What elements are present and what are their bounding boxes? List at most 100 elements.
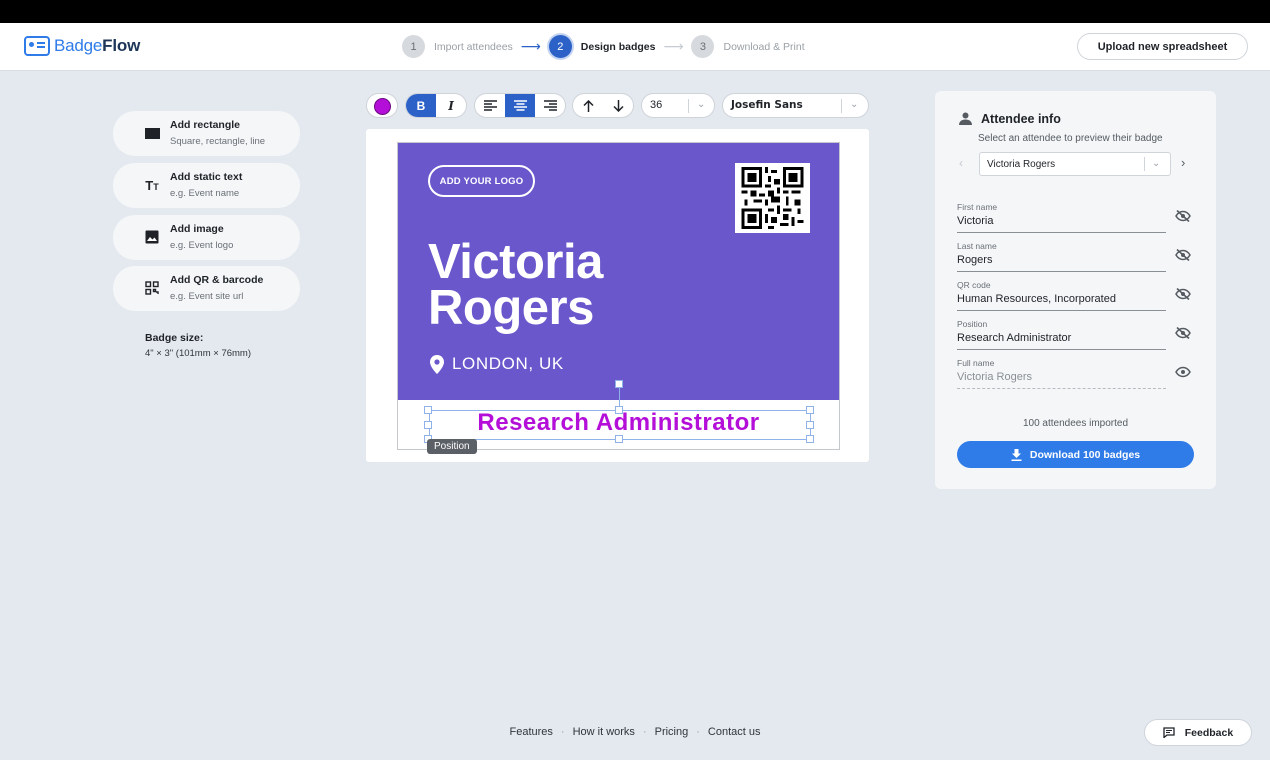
tool-subtitle: e.g. Event site url: [170, 291, 244, 302]
tool-subtitle: e.g. Event logo: [170, 240, 234, 251]
arrow-right-icon: ⟶: [663, 38, 684, 54]
align-right-icon[interactable]: [535, 94, 565, 117]
eye-off-icon[interactable]: [1175, 327, 1191, 339]
tool-title: Add rectangle: [170, 119, 241, 131]
top-black-bar: [0, 0, 1270, 23]
eye-off-icon[interactable]: [1175, 288, 1191, 300]
add-rectangle-button[interactable]: Add rectangle Square, rectangle, line: [113, 111, 300, 156]
color-swatch: [374, 98, 391, 115]
text-icon: TT: [145, 177, 159, 193]
step-download[interactable]: 3 Download & Print: [691, 35, 805, 58]
location-pin-icon: [430, 354, 444, 374]
last-name-field[interactable]: Last name Rogers: [957, 241, 1166, 272]
badge-header-background[interactable]: ADD YOUR LOGO Victoria Rogers LONDON, UK: [398, 143, 839, 400]
text-align-group: [474, 93, 566, 118]
brand-name-a: Badge: [54, 36, 103, 55]
resize-handle[interactable]: [806, 421, 814, 429]
layer-order-group: [572, 93, 634, 118]
step-label: Import attendees: [434, 40, 513, 53]
align-left-icon[interactable]: [475, 94, 505, 117]
resize-handle[interactable]: [424, 421, 432, 429]
badge-location[interactable]: LONDON, UK: [430, 354, 564, 374]
field-value: Rogers: [957, 254, 993, 266]
download-label: Download 100 badges: [1029, 448, 1141, 461]
qr-code[interactable]: [735, 163, 810, 233]
step-label: Download & Print: [723, 40, 805, 53]
field-label: QR code: [957, 280, 991, 290]
panel-title: Attendee info: [981, 112, 1061, 126]
add-logo-placeholder[interactable]: ADD YOUR LOGO: [428, 165, 535, 197]
add-static-text-button[interactable]: TT Add static text e.g. Event name: [113, 163, 300, 208]
font-size-select[interactable]: 36 ⌄: [641, 93, 715, 118]
footer-link-pricing[interactable]: Pricing: [655, 726, 689, 738]
font-size-value: 36: [650, 99, 663, 111]
field-label: Position: [957, 319, 988, 329]
attendee-select[interactable]: Victoria Rogers ⌄: [979, 152, 1171, 176]
step-label: Design badges: [580, 40, 656, 53]
qr-code-field[interactable]: QR code Human Resources, Incorporated: [957, 280, 1166, 311]
brand-logo[interactable]: BadgeFlow: [24, 36, 140, 56]
step-number: 2: [548, 35, 572, 58]
resize-handle[interactable]: [615, 406, 623, 414]
badge-attendee-name[interactable]: Victoria Rogers: [428, 238, 603, 335]
footer-link-features[interactable]: Features: [510, 726, 553, 738]
rotate-handle[interactable]: [615, 380, 623, 388]
arrow-up-icon[interactable]: [573, 94, 603, 117]
eye-icon[interactable]: [1175, 366, 1191, 378]
location-text: LONDON, UK: [452, 354, 564, 373]
field-label: Full name: [957, 358, 995, 368]
add-qr-barcode-button[interactable]: Add QR & barcode e.g. Event site url: [113, 266, 300, 311]
tool-title: Add image: [170, 223, 224, 235]
attendee-select-value: Victoria Rogers: [987, 159, 1056, 170]
resize-handle[interactable]: [424, 406, 432, 414]
italic-button[interactable]: I: [436, 94, 466, 117]
step-import[interactable]: 1 Import attendees: [402, 35, 513, 58]
full-name-field[interactable]: Full name Victoria Rogers: [957, 358, 1166, 389]
step-number: 1: [402, 35, 425, 58]
feedback-label: Feedback: [1184, 726, 1234, 739]
arrow-down-icon[interactable]: [603, 94, 633, 117]
badge-last-name: Rogers: [428, 281, 594, 335]
resize-handle[interactable]: [615, 435, 623, 443]
wizard-steps: 1 Import attendees ⟶ 2 Design badges ⟶ 3…: [402, 35, 805, 58]
chevron-left-icon[interactable]: ‹: [959, 156, 963, 170]
font-family-select[interactable]: Josefin Sans ⌄: [722, 93, 869, 118]
chevron-down-icon: ⌄: [1152, 158, 1161, 169]
field-label: First name: [957, 202, 998, 212]
field-label: Last name: [957, 241, 997, 251]
position-tooltip: Position: [427, 439, 477, 454]
align-center-icon[interactable]: [505, 94, 535, 117]
upload-spreadsheet-button[interactable]: Upload new spreadsheet: [1077, 33, 1248, 60]
image-icon: [144, 229, 160, 245]
person-icon: [959, 112, 972, 125]
add-image-button[interactable]: Add image e.g. Event logo: [113, 215, 300, 260]
tool-title: Add QR & barcode: [170, 274, 264, 286]
bold-button[interactable]: B: [406, 94, 436, 117]
qr-icon: [144, 280, 160, 296]
first-name-field[interactable]: First name Victoria: [957, 202, 1166, 233]
app-header: BadgeFlow 1 Import attendees ⟶ 2 Design …: [0, 23, 1270, 71]
footer-link-how-it-works[interactable]: How it works: [573, 726, 635, 738]
eye-off-icon[interactable]: [1175, 210, 1191, 222]
field-value: Research Administrator: [957, 332, 1072, 344]
download-icon: [1011, 448, 1022, 461]
resize-handle[interactable]: [806, 435, 814, 443]
badge-logo-icon: [24, 36, 50, 56]
download-badges-button[interactable]: Download 100 badges: [957, 441, 1194, 468]
badge-size-info: Badge size: 4" × 3" (101mm × 76mm): [145, 332, 251, 359]
resize-handle[interactable]: [806, 406, 814, 414]
chevron-down-icon: ⌄: [697, 99, 706, 110]
feedback-button[interactable]: Feedback: [1144, 719, 1252, 746]
font-family-value: Josefin Sans: [731, 99, 803, 111]
arrow-right-icon: ⟶: [520, 38, 541, 54]
badge-size-value: 4" × 3" (101mm × 76mm): [145, 348, 252, 359]
attendees-imported-count: 100 attendees imported: [1022, 418, 1129, 429]
field-value: Human Resources, Incorporated: [957, 293, 1116, 305]
footer-link-contact[interactable]: Contact us: [708, 726, 761, 738]
chevron-right-icon[interactable]: ›: [1181, 155, 1185, 170]
attendee-info-panel: Attendee info Select an attendee to prev…: [935, 91, 1216, 489]
position-field[interactable]: Position Research Administrator: [957, 319, 1166, 350]
eye-off-icon[interactable]: [1175, 249, 1191, 261]
text-color-picker[interactable]: [366, 93, 398, 118]
step-design[interactable]: 2 Design badges: [548, 35, 656, 58]
